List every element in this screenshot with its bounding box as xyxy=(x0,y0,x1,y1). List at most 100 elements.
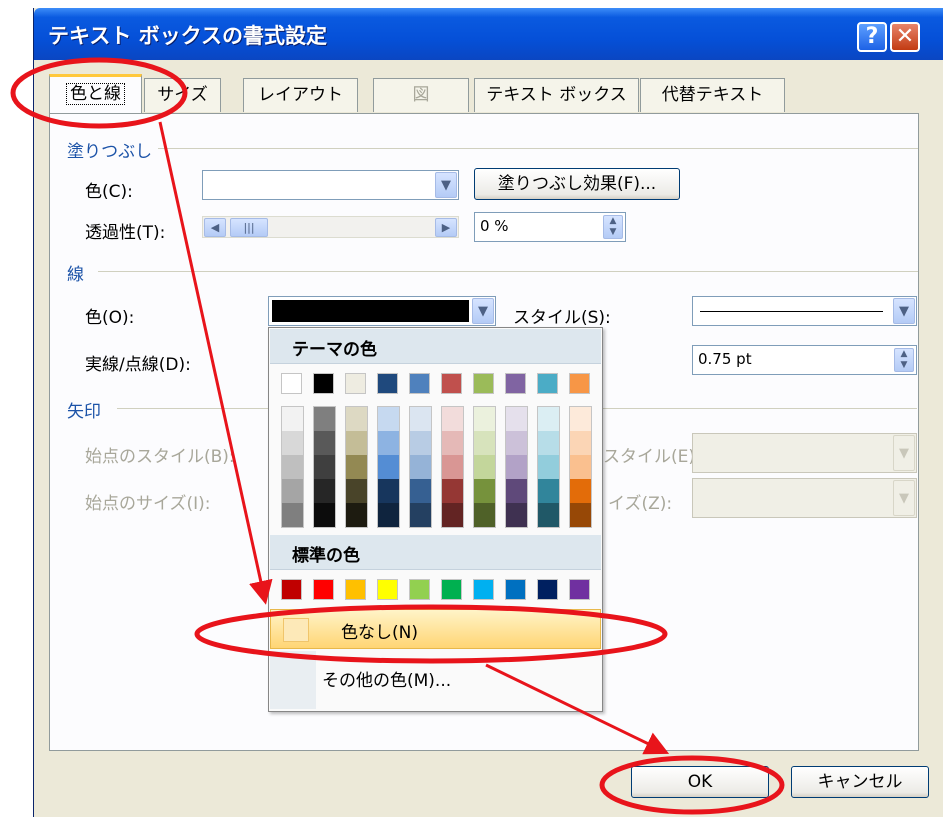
shade-swatch[interactable] xyxy=(282,407,303,431)
shade-swatch[interactable] xyxy=(282,431,303,455)
shade-swatch[interactable] xyxy=(538,503,559,527)
shade-swatch[interactable] xyxy=(314,407,335,431)
slider-thumb[interactable]: ||| xyxy=(230,218,268,237)
tab-layout[interactable]: レイアウト xyxy=(243,78,358,112)
theme-color-swatch[interactable] xyxy=(345,373,366,394)
shade-swatch[interactable] xyxy=(506,503,527,527)
standard-color-swatch[interactable] xyxy=(281,579,302,600)
shade-swatch[interactable] xyxy=(506,479,527,503)
shade-swatch[interactable] xyxy=(506,407,527,431)
line-color-dropdown[interactable]: ▼ xyxy=(268,296,496,326)
fill-effects-button[interactable]: 塗りつぶし効果(F)... xyxy=(474,168,680,200)
line-weight-value: 0.75 pt xyxy=(698,350,752,368)
shade-swatch[interactable] xyxy=(378,455,399,479)
shade-swatch[interactable] xyxy=(570,455,591,479)
shade-swatch[interactable] xyxy=(410,479,431,503)
shade-swatch[interactable] xyxy=(442,455,463,479)
shade-swatch[interactable] xyxy=(410,431,431,455)
shade-swatch[interactable] xyxy=(474,455,495,479)
fill-color-dropdown[interactable]: ▼ xyxy=(202,170,459,200)
tab-alt-text[interactable]: 代替テキスト xyxy=(640,78,785,112)
tab-size[interactable]: サイズ xyxy=(144,78,221,112)
theme-color-swatch[interactable] xyxy=(441,373,462,394)
standard-color-swatch[interactable] xyxy=(377,579,398,600)
theme-color-swatch[interactable] xyxy=(537,373,558,394)
spinner-icon[interactable]: ▲ ▼ xyxy=(894,348,914,372)
shade-swatch[interactable] xyxy=(282,503,303,527)
transparency-input[interactable]: 0 % ▲ ▼ xyxy=(474,212,626,242)
shade-swatch[interactable] xyxy=(442,503,463,527)
shade-swatch[interactable] xyxy=(282,479,303,503)
shade-swatch[interactable] xyxy=(314,503,335,527)
theme-color-swatch[interactable] xyxy=(473,373,494,394)
shade-swatch[interactable] xyxy=(346,503,367,527)
shade-swatch[interactable] xyxy=(506,455,527,479)
shade-swatch[interactable] xyxy=(570,479,591,503)
shade-swatch[interactable] xyxy=(378,479,399,503)
shade-column xyxy=(441,406,464,528)
no-color-item[interactable]: 色なし(N) xyxy=(270,609,601,649)
shade-swatch[interactable] xyxy=(474,479,495,503)
shade-swatch[interactable] xyxy=(570,431,591,455)
theme-color-swatch[interactable] xyxy=(409,373,430,394)
scroll-right-icon[interactable]: ▶ xyxy=(435,218,457,237)
theme-color-swatch[interactable] xyxy=(377,373,398,394)
spinner-icon[interactable]: ▲ ▼ xyxy=(603,215,623,239)
shade-swatch[interactable] xyxy=(474,407,495,431)
standard-color-swatch[interactable] xyxy=(441,579,462,600)
shade-swatch[interactable] xyxy=(314,479,335,503)
shade-swatch[interactable] xyxy=(538,431,559,455)
shade-swatch[interactable] xyxy=(474,503,495,527)
transparency-slider[interactable]: ◀ ||| ▶ xyxy=(202,216,459,238)
tab-colors-lines[interactable]: 色と線 xyxy=(49,74,142,114)
theme-color-swatch[interactable] xyxy=(505,373,526,394)
shade-swatch[interactable] xyxy=(346,479,367,503)
title-bar[interactable]: テキスト ボックスの書式設定 ? ✕ xyxy=(34,8,943,60)
help-button[interactable]: ? xyxy=(857,22,887,52)
shade-swatch[interactable] xyxy=(314,455,335,479)
cancel-button[interactable]: キャンセル xyxy=(791,766,929,798)
shade-swatch[interactable] xyxy=(314,431,335,455)
scroll-left-icon[interactable]: ◀ xyxy=(204,218,226,237)
shade-swatch[interactable] xyxy=(410,407,431,431)
line-weight-input[interactable]: 0.75 pt ▲ ▼ xyxy=(692,345,917,375)
tab-textbox[interactable]: テキスト ボックス xyxy=(474,78,639,112)
shade-swatch[interactable] xyxy=(442,431,463,455)
standard-color-swatch[interactable] xyxy=(409,579,430,600)
line-style-dropdown[interactable]: ▼ xyxy=(692,296,917,326)
shade-swatch[interactable] xyxy=(410,455,431,479)
shade-swatch[interactable] xyxy=(410,503,431,527)
menu-gutter xyxy=(270,651,316,709)
theme-color-swatch[interactable] xyxy=(313,373,334,394)
shade-swatch[interactable] xyxy=(346,455,367,479)
shade-swatch[interactable] xyxy=(378,431,399,455)
shade-swatch[interactable] xyxy=(378,503,399,527)
shade-swatch[interactable] xyxy=(506,431,527,455)
shade-swatch[interactable] xyxy=(346,407,367,431)
shade-swatch[interactable] xyxy=(570,407,591,431)
theme-color-swatch[interactable] xyxy=(281,373,302,394)
shade-swatch[interactable] xyxy=(538,455,559,479)
shade-swatch[interactable] xyxy=(346,431,367,455)
shade-swatch[interactable] xyxy=(282,455,303,479)
chevron-down-icon[interactable]: ▼ xyxy=(435,172,457,198)
shade-swatch[interactable] xyxy=(570,503,591,527)
shade-swatch[interactable] xyxy=(442,479,463,503)
close-button[interactable]: ✕ xyxy=(890,22,920,52)
standard-color-swatch[interactable] xyxy=(569,579,590,600)
standard-color-swatch[interactable] xyxy=(537,579,558,600)
shade-swatch[interactable] xyxy=(474,431,495,455)
shade-swatch[interactable] xyxy=(538,479,559,503)
chevron-down-icon[interactable]: ▼ xyxy=(893,298,915,324)
shade-swatch[interactable] xyxy=(378,407,399,431)
standard-color-swatch[interactable] xyxy=(313,579,334,600)
shade-swatch[interactable] xyxy=(538,407,559,431)
standard-color-swatch[interactable] xyxy=(505,579,526,600)
standard-color-swatch[interactable] xyxy=(473,579,494,600)
more-colors-item[interactable]: その他の色(M)... xyxy=(270,651,601,709)
shade-swatch[interactable] xyxy=(442,407,463,431)
ok-button[interactable]: OK xyxy=(631,766,769,798)
chevron-down-icon[interactable]: ▼ xyxy=(472,298,494,324)
theme-color-swatch[interactable] xyxy=(569,373,590,394)
standard-color-swatch[interactable] xyxy=(345,579,366,600)
